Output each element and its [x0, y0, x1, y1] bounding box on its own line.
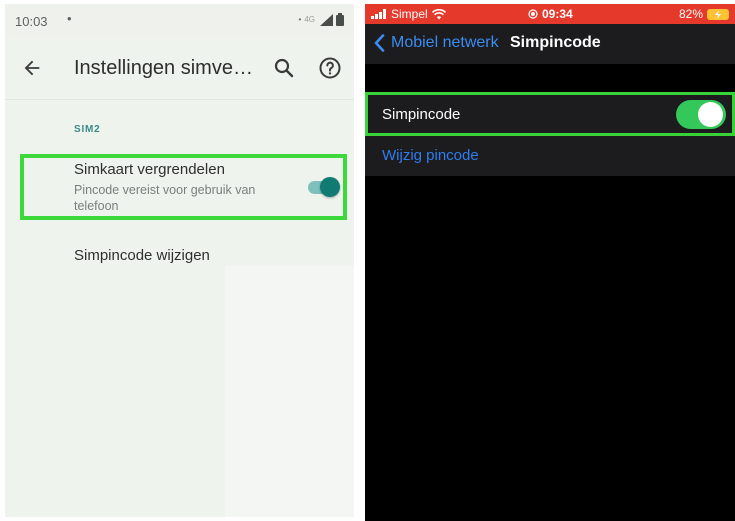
wifi-icon [431, 8, 446, 19]
search-icon[interactable] [272, 56, 296, 80]
ios-nav-bar: Mobiel netwerk Simpincode [365, 24, 735, 64]
cellular-signal-icon [371, 9, 386, 19]
change-pin-link[interactable]: Wijzig pincode [382, 147, 479, 164]
status-center: 09:34 [528, 7, 573, 21]
page-title: Simpincode [510, 34, 601, 51]
change-sim-pin-item[interactable]: Simpincode wijzigen [74, 247, 210, 264]
sim-pin-toggle-row[interactable]: Simpincode [365, 92, 735, 136]
status-icons: • 4G [299, 13, 344, 26]
status-left: Simpel [371, 7, 446, 21]
page-title: Instellingen simvergrendeling [74, 57, 256, 79]
sim-lock-preference[interactable]: Simkaart vergrendelen Pincode vereist vo… [20, 154, 347, 220]
help-circle-icon[interactable] [318, 56, 342, 80]
change-pin-row[interactable]: Wijzig pincode [365, 136, 735, 176]
chevron-left-icon [374, 34, 385, 52]
sim-lock-summary: Pincode vereist voor gebruik van telefoo… [74, 183, 256, 213]
battery-charging-icon [707, 8, 729, 20]
signal-icon [320, 13, 333, 26]
android-status-bar: 10:03 • • 4G [5, 4, 354, 38]
status-dot-icon: • [298, 15, 302, 24]
ios-settings-screen: Simpel 09:34 82% Mobiel netwerk Simpinco… [365, 4, 735, 521]
sim-pin-switch[interactable] [676, 100, 726, 129]
back-button-label: Mobiel netwerk [391, 34, 499, 51]
status-right: 82% [679, 7, 729, 21]
background-panel [225, 266, 354, 517]
settings-list: SIM2 Simkaart vergrendelen Pincode verei… [5, 100, 354, 517]
notification-dot: • [67, 11, 72, 26]
sim-lock-switch[interactable] [308, 176, 340, 198]
ios-status-bar: Simpel 09:34 82% [365, 4, 735, 24]
android-settings-screen: 10:03 • • 4G Instellingen simvergrendeli… [5, 4, 354, 517]
screen-recording-icon [528, 9, 538, 19]
sim-pin-label: Simpincode [382, 106, 461, 123]
group-spacer [365, 64, 735, 92]
switch-thumb [320, 177, 340, 197]
switch-knob [698, 102, 723, 127]
battery-icon [336, 13, 344, 26]
arrow-left-icon[interactable] [21, 57, 43, 79]
back-button[interactable]: Mobiel netwerk [374, 34, 499, 52]
sim-lock-title: Simkaart vergrendelen [74, 161, 225, 178]
section-header-sim2: SIM2 [74, 124, 101, 135]
carrier-name: Simpel [391, 7, 428, 21]
battery-percentage: 82% [678, 7, 703, 21]
status-time: 10:03 [15, 14, 48, 29]
status-time: 09:34 [542, 7, 573, 21]
android-app-bar: Instellingen simvergrendeling [5, 38, 354, 100]
network-type-label: 4G [304, 15, 315, 24]
